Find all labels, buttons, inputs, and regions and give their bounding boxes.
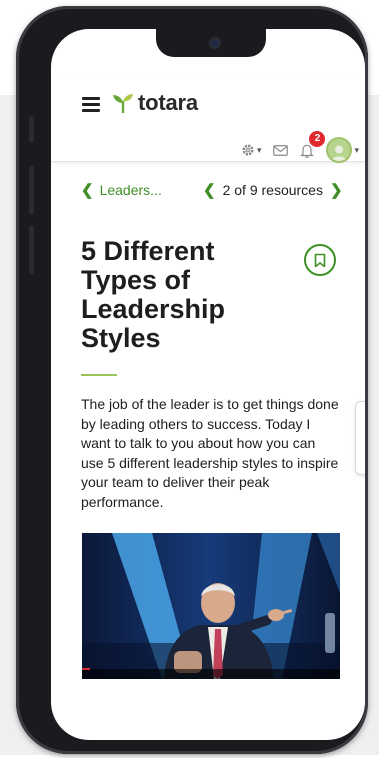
messages-button[interactable] xyxy=(273,144,289,156)
sprout-icon xyxy=(113,94,133,113)
phone-frame: totara ▾ 2 ▾ ❮ Leaders... ❮ 2 of 9 resou… xyxy=(16,6,368,754)
notifications-button[interactable]: 2 xyxy=(300,130,326,158)
video-player[interactable] xyxy=(82,533,340,679)
notification-badge: 2 xyxy=(309,130,326,147)
resource-title: 5 Different Types of Leadership Styles xyxy=(81,236,226,353)
chevron-left-icon: ❮ xyxy=(81,182,94,199)
chevron-down-icon: ▾ xyxy=(354,144,359,155)
mail-icon xyxy=(273,144,289,156)
bookmark-button[interactable] xyxy=(304,244,336,276)
settings-menu[interactable]: ▾ xyxy=(241,143,262,157)
gear-icon xyxy=(242,144,254,156)
video-progress-bar[interactable] xyxy=(82,668,90,670)
resource-nav: ❮ Leaders... ❮ 2 of 9 resources ❯ xyxy=(51,179,365,203)
pager-label: 2 of 9 resources xyxy=(222,182,323,198)
phone-side-button xyxy=(29,226,34,274)
bookmark-icon xyxy=(314,253,326,267)
back-to-course-link[interactable]: ❮ Leaders... xyxy=(81,181,162,199)
app-header: totara ▾ 2 ▾ xyxy=(51,79,365,163)
avatar-icon xyxy=(326,137,353,163)
logo-text: totara xyxy=(138,90,198,115)
resource-pager: ❮ 2 of 9 resources ❯ xyxy=(203,181,343,199)
header-icons: ▾ 2 ▾ xyxy=(229,130,359,163)
chevron-down-icon: ▾ xyxy=(256,144,262,155)
title-divider xyxy=(81,374,117,376)
totara-logo[interactable]: totara xyxy=(111,89,198,117)
user-menu[interactable]: ▾ xyxy=(326,137,359,163)
next-resource-button[interactable]: ❯ xyxy=(330,181,343,199)
front-camera xyxy=(209,37,221,49)
next-resource-tab[interactable]: ❯ xyxy=(355,401,365,475)
back-link-label: Leaders... xyxy=(99,182,162,198)
resource-description: The job of the leader is to get things d… xyxy=(81,396,339,510)
phone-screen: totara ▾ 2 ▾ ❮ Leaders... ❮ 2 of 9 resou… xyxy=(51,29,365,740)
previous-resource-button[interactable]: ❮ xyxy=(203,181,216,199)
video-controls[interactable] xyxy=(82,669,340,679)
phone-side-button xyxy=(29,116,34,142)
menu-icon[interactable] xyxy=(82,97,100,112)
video-thumbnail xyxy=(82,533,340,679)
phone-side-button xyxy=(29,166,34,214)
